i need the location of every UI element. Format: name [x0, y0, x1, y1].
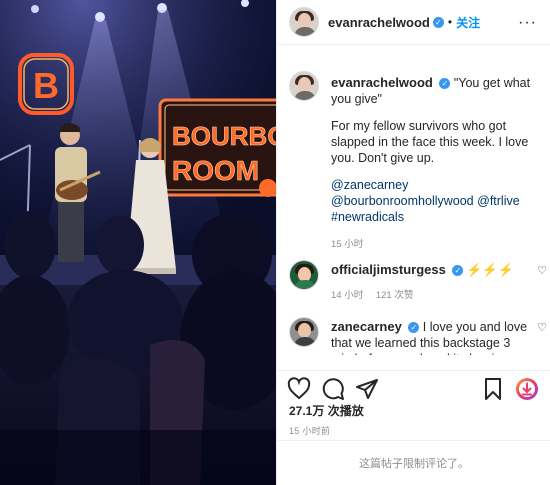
svg-text:B: B [33, 65, 59, 106]
hashtag-link[interactable]: #newradicals [331, 210, 404, 224]
post-media[interactable]: B BOURBON ROOM [0, 0, 276, 485]
download-icon[interactable] [515, 377, 539, 401]
separator-dot: • [447, 15, 453, 29]
verified-badge-icon: ✓ [408, 322, 420, 334]
caption-username[interactable]: evanrachelwood [331, 75, 433, 90]
commenter-avatar[interactable] [289, 317, 319, 347]
comment-icon[interactable] [321, 377, 345, 401]
bourbon-room-sign: BOURBON ROOM [158, 98, 276, 197]
comment-text: ⚡⚡⚡ [466, 263, 514, 277]
mention-link[interactable]: @ftrlive [477, 194, 520, 208]
svg-text:ROOM: ROOM [172, 155, 259, 186]
caption-tags: @zanecarney @bourbonroomhollywood @ftrli… [331, 177, 531, 225]
caption-body: For my fellow survivors who got slapped … [331, 119, 529, 165]
comment-meta: 14 小时 121 次赞 [331, 288, 531, 304]
post-header: evanrachelwood ✓ • 关注 ··· [277, 0, 550, 45]
post-timestamp[interactable]: 15 小时前 [289, 424, 330, 437]
comment-like-count[interactable]: 121 次赞 [376, 290, 414, 301]
follow-button[interactable]: 关注 [456, 14, 480, 31]
caption-timestamp[interactable]: 15 小时 [331, 239, 363, 250]
view-count[interactable]: 27.1万 次播放 [289, 402, 364, 419]
share-icon[interactable] [355, 377, 379, 401]
author-username[interactable]: evanrachelwood [328, 15, 430, 30]
instagram-post-window: B BOURBON ROOM [0, 0, 550, 485]
post-sidebar: evanrachelwood ✓ • 关注 ··· evanrachelwood… [276, 0, 550, 485]
mention-link[interactable]: @zanecarney [331, 178, 408, 192]
comment-like-heart-icon[interactable]: ♡ [537, 321, 547, 334]
verified-badge-icon: ✓ [452, 265, 464, 277]
author-avatar[interactable] [289, 7, 319, 37]
caption-avatar[interactable] [289, 71, 319, 101]
commenter-avatar[interactable] [289, 260, 319, 290]
concert-photo: B BOURBON ROOM [0, 0, 276, 485]
verified-badge-icon: ✓ [432, 16, 444, 28]
comments-list[interactable]: evanrachelwood ✓ "You get what you give"… [277, 55, 550, 355]
bookmark-icon[interactable] [481, 377, 505, 401]
svg-text:BOURBON: BOURBON [172, 121, 276, 151]
verified-badge-icon: ✓ [439, 78, 451, 90]
comments-restricted-notice: 这篇帖子限制评论了。 [277, 440, 550, 485]
comment-timestamp[interactable]: 14 小时 [331, 290, 363, 301]
commenter-username[interactable]: zanecarney [331, 319, 402, 334]
more-options-icon[interactable]: ··· [518, 14, 537, 32]
comment-like-heart-icon[interactable]: ♡ [537, 264, 547, 277]
caption-meta: 15 小时 [331, 237, 531, 253]
commenter-username[interactable]: officialjimsturgess [331, 262, 446, 277]
mention-link[interactable]: @bourbonroomhollywood [331, 194, 474, 208]
heart-icon[interactable] [287, 377, 311, 401]
